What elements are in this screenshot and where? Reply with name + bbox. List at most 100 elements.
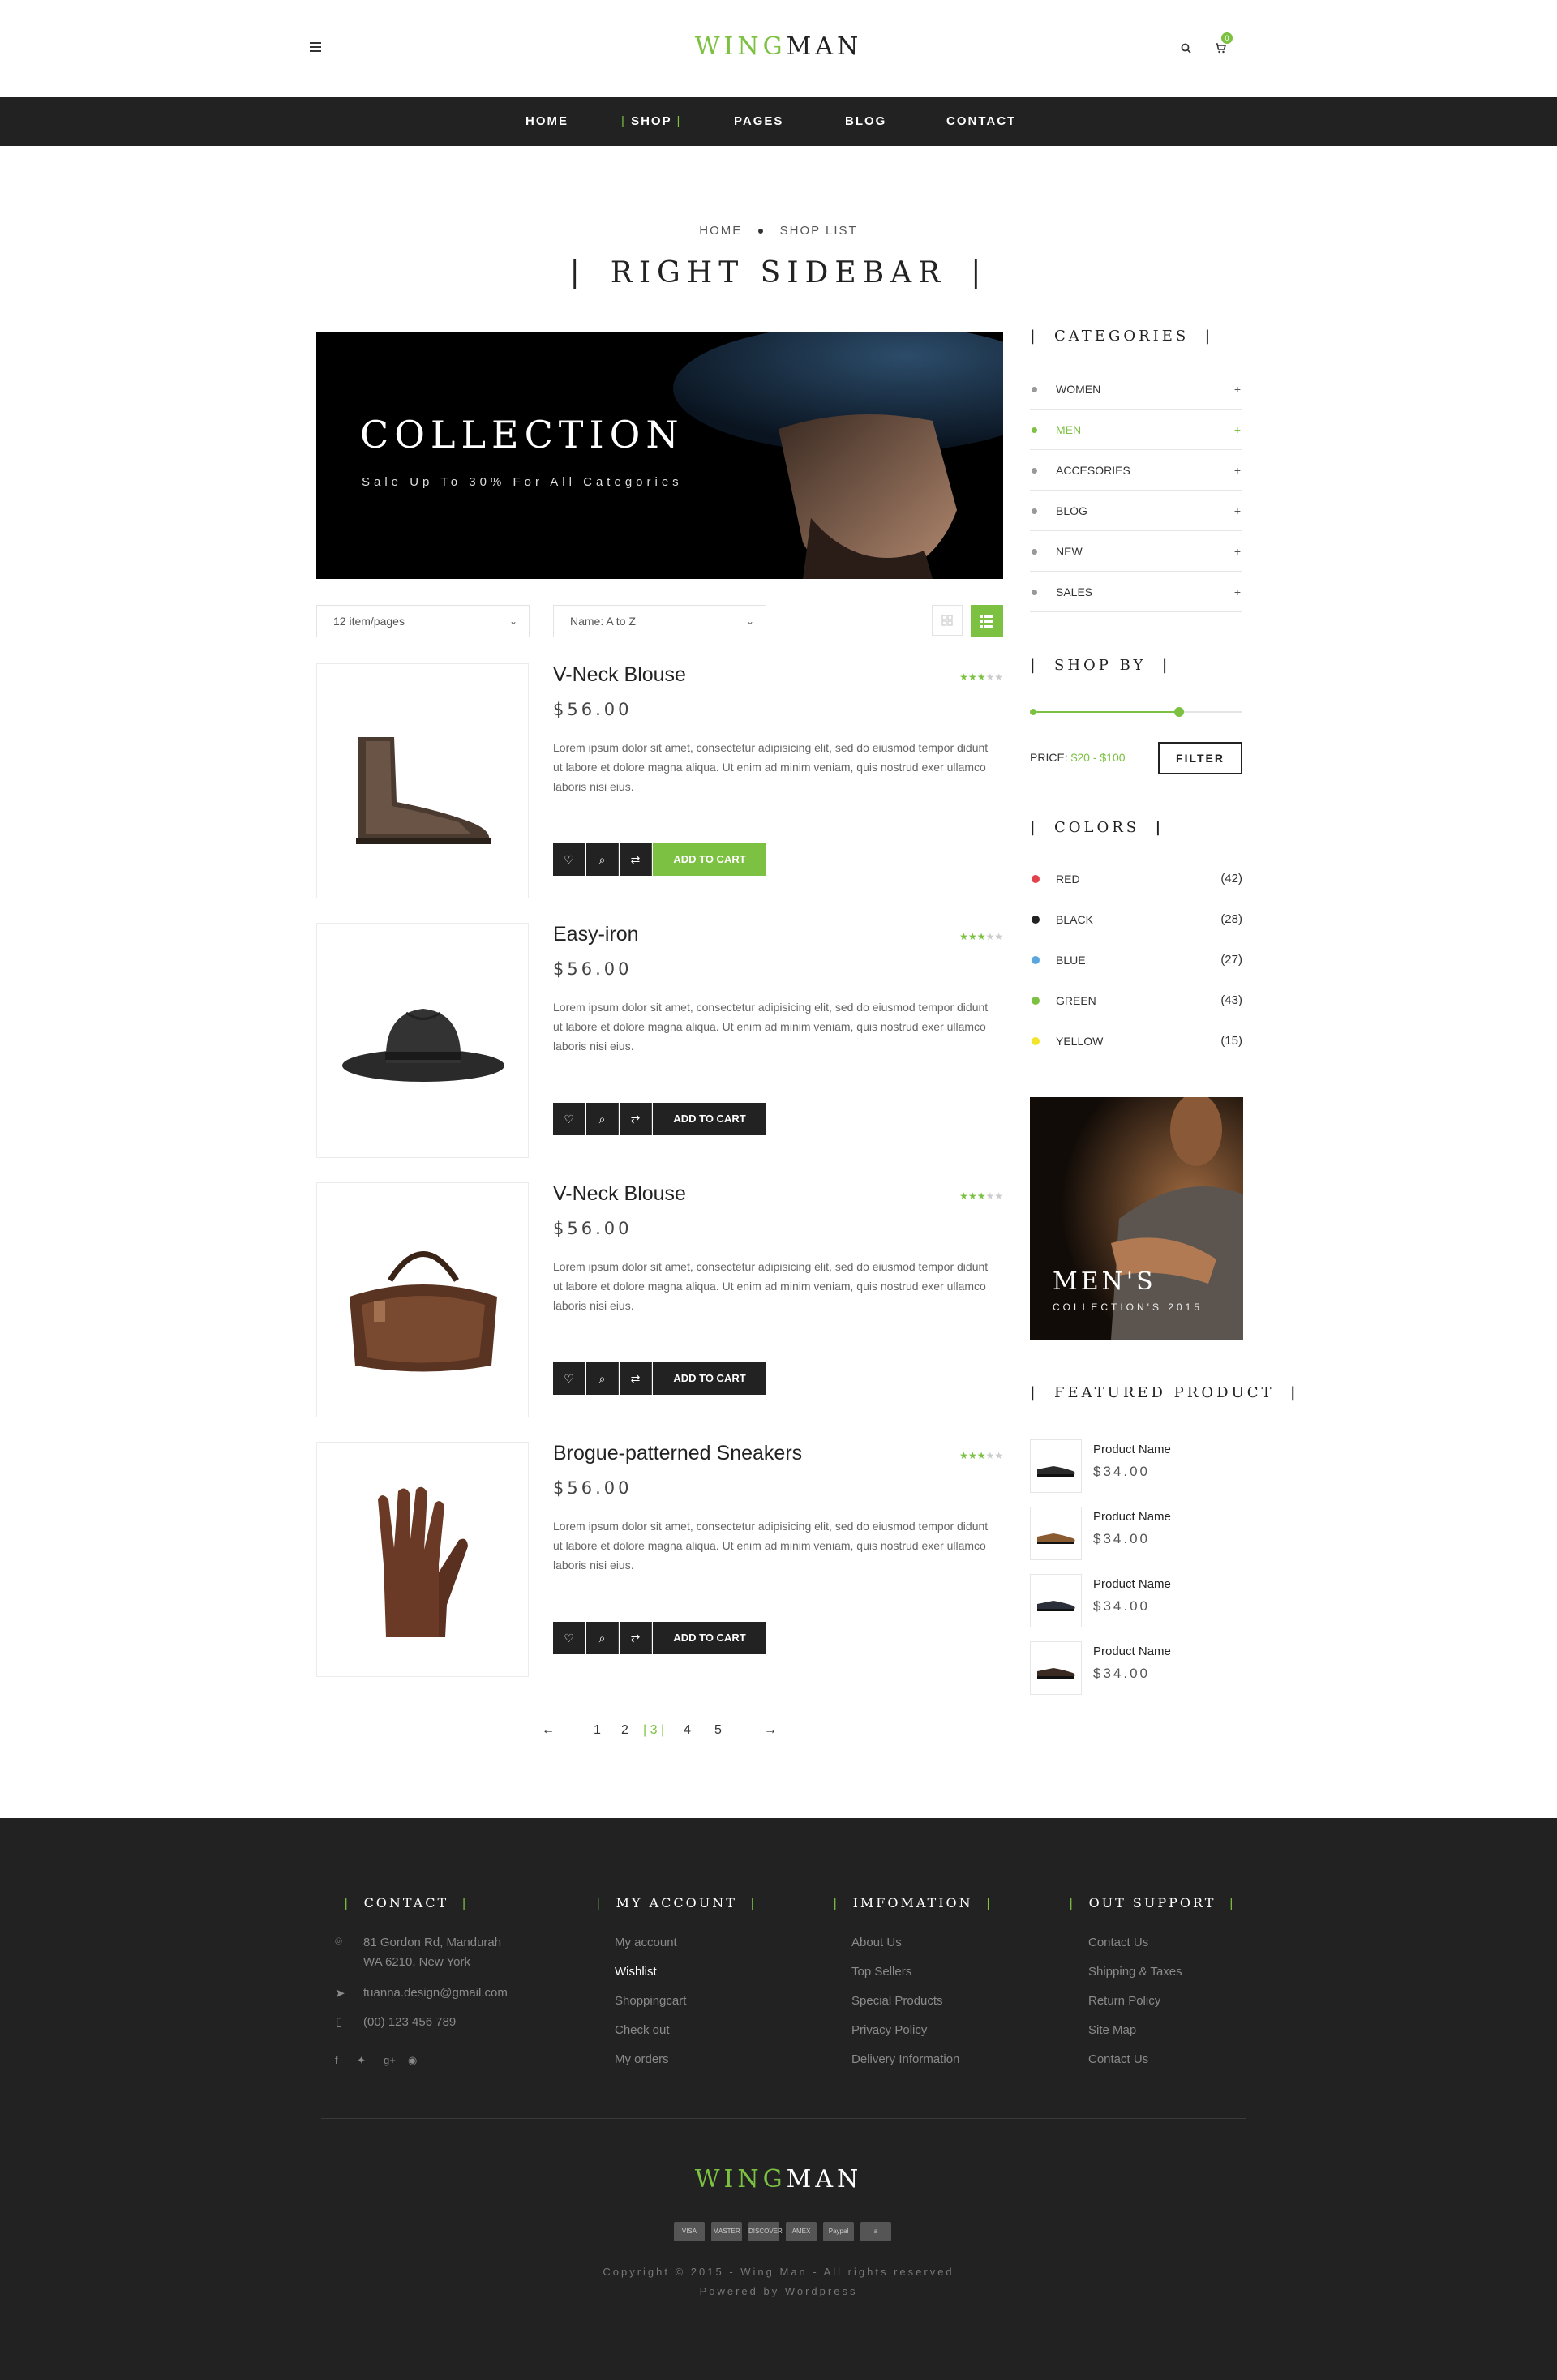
plus-icon[interactable]: + (1234, 531, 1241, 572)
compare-arrows-icon[interactable]: ⇄ (620, 1103, 652, 1135)
category-accesories[interactable]: ACCESORIES + (1030, 450, 1242, 491)
add-to-cart-button[interactable]: ADD TO CART (653, 1362, 766, 1395)
google-plus-icon[interactable]: g+ (384, 2054, 396, 2066)
footer-link[interactable]: Return Policy (1088, 1994, 1160, 2008)
product-image[interactable] (316, 1442, 529, 1677)
featured-thumb[interactable] (1030, 1507, 1082, 1560)
footer-link[interactable]: Top Sellers (851, 1965, 911, 1979)
add-to-cart-button[interactable]: ADD TO CART (653, 1103, 766, 1135)
per-page-select[interactable]: 12 item/pages ⌄ (316, 605, 530, 637)
site-logo[interactable]: WINGMAN (0, 32, 1557, 61)
twitter-icon[interactable]: ✦ (357, 2054, 366, 2067)
pagination-prev[interactable]: ← (542, 1723, 555, 1738)
list-view-icon[interactable] (971, 605, 1003, 637)
price-slider-max-handle[interactable] (1174, 707, 1184, 717)
add-to-cart-button[interactable]: ADD TO CART (653, 843, 766, 876)
featured-name[interactable]: Product Name (1093, 1645, 1171, 1658)
footer-link[interactable]: Privacy Policy (851, 2023, 927, 2037)
quickview-search-icon[interactable]: ⌕ (586, 843, 619, 876)
wishlist-heart-icon[interactable]: ♡ (553, 1362, 585, 1395)
featured-thumb[interactable] (1030, 1439, 1082, 1493)
category-women[interactable]: WOMEN + (1030, 369, 1242, 410)
search-icon[interactable] (1181, 43, 1191, 54)
cart-icon[interactable] (1215, 42, 1226, 54)
product-name[interactable]: V-Neck Blouse (553, 663, 686, 687)
page-2[interactable]: 2 (621, 1723, 628, 1738)
featured-product[interactable]: Product Name $34.00 (1030, 1574, 1242, 1629)
footer-email[interactable]: tuanna.design@gmail.com (363, 1983, 508, 2003)
color-filter-red[interactable]: RED (42) (1030, 859, 1242, 899)
page-4[interactable]: 4 (684, 1723, 691, 1738)
product-image[interactable] (316, 923, 529, 1158)
featured-name[interactable]: Product Name (1093, 1577, 1171, 1591)
collection-banner[interactable]: COLLECTION Sale Up To 30% For All Catego… (316, 332, 1003, 579)
quickview-search-icon[interactable]: ⌕ (586, 1622, 619, 1654)
facebook-icon[interactable]: f (335, 2054, 338, 2066)
featured-thumb[interactable] (1030, 1574, 1082, 1627)
plus-icon[interactable]: + (1234, 491, 1241, 531)
breadcrumb-home[interactable]: HOME (699, 224, 742, 238)
footer-link[interactable]: About Us (851, 1936, 902, 1949)
product-name[interactable]: V-Neck Blouse (553, 1182, 686, 1206)
product-name[interactable]: Easy-iron (553, 923, 639, 946)
compare-arrows-icon[interactable]: ⇄ (620, 1622, 652, 1654)
plus-icon[interactable]: + (1234, 572, 1241, 612)
filter-button[interactable]: FILTER (1158, 742, 1242, 774)
footer-logo[interactable]: WINGMAN (0, 2165, 1557, 2193)
color-filter-blue[interactable]: BLUE (27) (1030, 940, 1242, 980)
featured-product[interactable]: Product Name $34.00 (1030, 1641, 1242, 1696)
page-5[interactable]: 5 (714, 1723, 722, 1738)
category-sales[interactable]: SALES + (1030, 572, 1242, 612)
mens-promo-banner[interactable]: MEN'S COLLECTION'S 2015 (1030, 1097, 1243, 1340)
nav-contact[interactable]: CONTACT (946, 97, 1016, 146)
category-dot (1032, 468, 1037, 474)
footer-link[interactable]: Check out (615, 2023, 670, 2037)
nav-shop[interactable]: | SHOP | (621, 97, 681, 146)
featured-product[interactable]: Product Name $34.00 (1030, 1439, 1242, 1494)
footer-link[interactable]: Contact Us (1088, 2052, 1148, 2066)
compare-arrows-icon[interactable]: ⇄ (620, 1362, 652, 1395)
product-name[interactable]: Brogue-patterned Sneakers (553, 1442, 802, 1465)
wishlist-heart-icon[interactable]: ♡ (553, 1622, 585, 1654)
grid-view-icon[interactable] (932, 605, 963, 636)
sort-select[interactable]: Name: A to Z ⌄ (553, 605, 766, 637)
featured-product[interactable]: Product Name $34.00 (1030, 1507, 1242, 1562)
price-slider-min-handle[interactable] (1030, 709, 1036, 715)
color-filter-yellow[interactable]: YELLOW (15) (1030, 1021, 1242, 1061)
footer-link[interactable]: Site Map (1088, 2023, 1136, 2037)
compare-arrows-icon[interactable]: ⇄ (620, 843, 652, 876)
color-filter-black[interactable]: BLACK (28) (1030, 899, 1242, 940)
footer-link[interactable]: Wishlist (615, 1965, 657, 1979)
footer-link[interactable]: My account (615, 1936, 677, 1949)
nav-blog[interactable]: BLOG (845, 97, 886, 146)
featured-name[interactable]: Product Name (1093, 1443, 1171, 1456)
footer-link[interactable]: My orders (615, 2052, 669, 2066)
product-image[interactable] (316, 1182, 529, 1417)
add-to-cart-button[interactable]: ADD TO CART (653, 1622, 766, 1654)
plus-icon[interactable]: + (1234, 410, 1241, 450)
quickview-search-icon[interactable]: ⌕ (586, 1362, 619, 1395)
footer-link[interactable]: Shoppingcart (615, 1994, 686, 2008)
color-filter-green[interactable]: GREEN (43) (1030, 980, 1242, 1021)
nav-pages[interactable]: PAGES (734, 97, 783, 146)
quickview-search-icon[interactable]: ⌕ (586, 1103, 619, 1135)
pinterest-icon[interactable]: ◉ (408, 2054, 417, 2067)
nav-home[interactable]: HOME (525, 97, 568, 146)
product-image[interactable] (316, 663, 529, 898)
wishlist-heart-icon[interactable]: ♡ (553, 1103, 585, 1135)
plus-icon[interactable]: + (1234, 450, 1241, 491)
wishlist-heart-icon[interactable]: ♡ (553, 843, 585, 876)
page-1[interactable]: 1 (594, 1723, 601, 1738)
category-new[interactable]: NEW + (1030, 531, 1242, 572)
footer-link[interactable]: Shipping & Taxes (1088, 1965, 1182, 1979)
pagination-next[interactable]: → (764, 1723, 777, 1738)
category-men[interactable]: MEN + (1030, 410, 1242, 450)
category-blog[interactable]: BLOG + (1030, 491, 1242, 531)
footer-link[interactable]: Contact Us (1088, 1936, 1148, 1949)
plus-icon[interactable]: + (1234, 369, 1241, 410)
footer-link[interactable]: Special Products (851, 1994, 943, 2008)
featured-thumb[interactable] (1030, 1641, 1082, 1695)
featured-name[interactable]: Product Name (1093, 1510, 1171, 1524)
footer-link[interactable]: Delivery Information (851, 2052, 959, 2066)
page-3-current[interactable]: | 3 | (643, 1723, 664, 1738)
